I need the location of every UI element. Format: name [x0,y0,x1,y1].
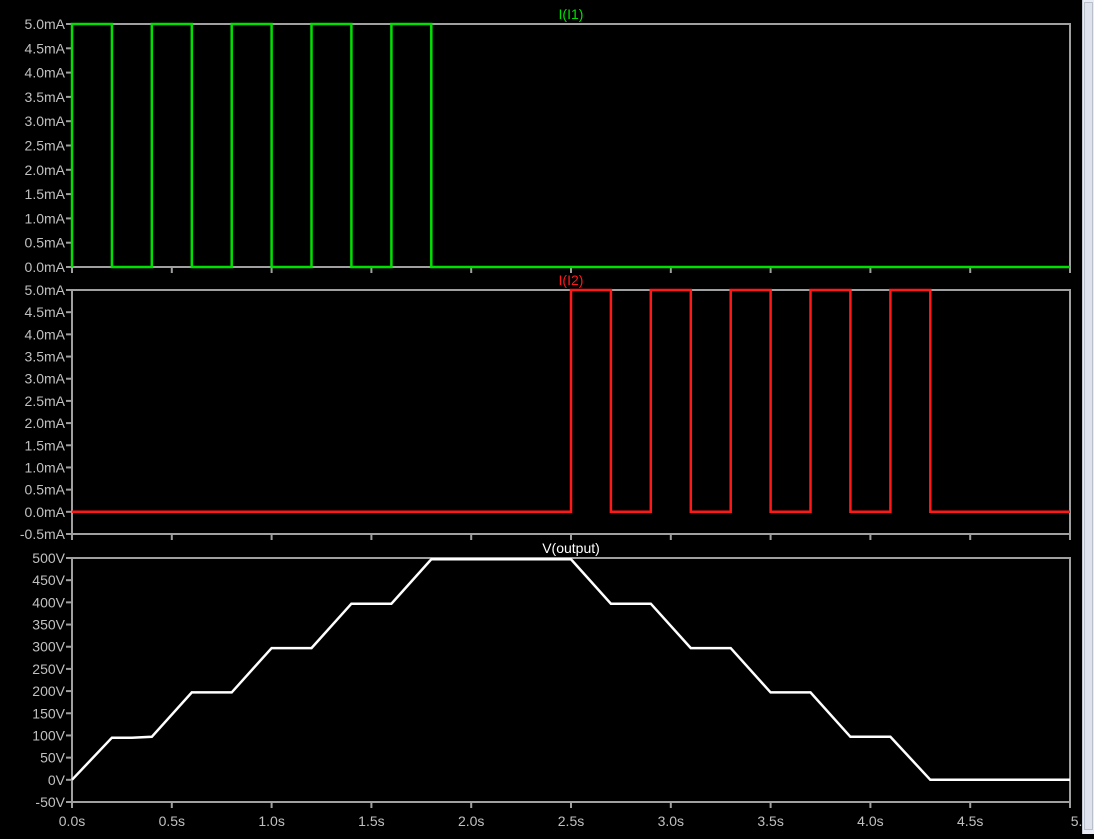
pane-2-title: I(I2) [559,272,584,288]
pane-1-y-tick-label: 3.5mA [25,89,66,105]
pane-3-y-tick-label: 100V [32,727,65,743]
pane-2-y-tick-label: 1.5mA [25,437,66,453]
pane-3-x-tick-label: 1.5s [358,813,384,829]
pane-2-y-tick-label: 0.0mA [25,504,66,520]
pane-3-x-tick-label: 4.5s [957,813,983,829]
pane-3-x-tick-label: 4.0s [857,813,883,829]
pane-3-x-tick-label: 3.5s [757,813,783,829]
pane-2-y-tick-label: 5.0mA [25,282,66,298]
trace-i-i2 [72,288,1070,514]
pane-3-y-tick-label: 500V [32,550,65,566]
pane-1-y-tick-label: 0.5mA [25,235,66,251]
pane-3-x-tick-label: 0.5s [159,813,185,829]
trace-i-i1 [70,22,1070,269]
pane-2-y-tick-label: 1.0mA [25,459,66,475]
pane-2-y-tick-label: 3.5mA [25,349,66,365]
pane-1-y-tick-label: 1.5mA [25,186,66,202]
pane-3-y-tick-label: 250V [32,661,65,677]
pane-1-y-tick-label: 4.5mA [25,40,66,56]
waveform-plots: I(I1) 5.0mA 4.5mA 4.0mA 3.5mA 3.0mA 2.5mA 2.0mA… [20,6,1094,829]
pane-3-x-tick-label: 0.0s [59,813,85,829]
pane-2-y-tick-label: 0.5mA [25,482,66,498]
pane-3-y-tick-label: 200V [32,683,65,699]
pane-1-frame [71,23,1071,268]
pane-1-y-tick-label: 5.0mA [25,16,66,32]
pane-2-y-tick-label: 3.0mA [25,371,66,387]
vertical-scrollbar[interactable] [1082,0,1094,834]
pane-3-y-tick-label: 400V [32,594,65,610]
pane-3-x-tick-label: 2.0s [458,813,484,829]
pane-3-y-tick-label: 350V [32,617,65,633]
pane-2-y-tick-label: 2.0mA [25,415,66,431]
pane-3-x-tick-label: 3.0s [658,813,684,829]
pane-1-y-tick-label: 2.0mA [25,162,66,178]
pane-1-title: I(I1) [559,6,584,22]
trace-v-output [71,558,1070,782]
pane-3-frame [71,557,1071,803]
pane-1-y-tick-label: 0.0mA [25,259,66,275]
pane-2-y-tick-label: 2.5mA [25,393,66,409]
pane-3-y-tick-label: 150V [32,705,65,721]
pane-3-x-tick-label: 5.0s [1071,813,1082,829]
pane-2-y-tick-label: -0.5mA [20,526,66,542]
pane-3-x-tick-label: 1.0s [258,813,284,829]
pane-3-title: V(output) [542,540,600,556]
pane-2-y-tick-label: 4.5mA [25,304,66,320]
pane-3-y-tick-label: 300V [32,639,65,655]
pane-3-y-tick-label: 0V [48,772,66,788]
pane-3-y-tick-label: 450V [32,572,65,588]
pane-1-y-tick-label: 1.0mA [25,210,66,226]
pane-1-y-tick-label: 2.5mA [25,138,66,154]
pane-1-y-tick-label: 3.0mA [25,113,66,129]
pane-3-y-tick-label: -50V [35,794,65,810]
scrollbar-thumb[interactable] [1084,2,1093,830]
pane-3-y-tick-label: 50V [40,750,66,766]
waveform-viewer: I(I1) 5.0mA 4.5mA 4.0mA 3.5mA 3.0mA 2.5mA 2.0mA… [0,0,1094,834]
pane-1-y-tick-label: 4.0mA [25,65,66,81]
pane-2-y-tick-label: 4.0mA [25,326,66,342]
pane-3-x-tick-label: 2.5s [558,813,584,829]
